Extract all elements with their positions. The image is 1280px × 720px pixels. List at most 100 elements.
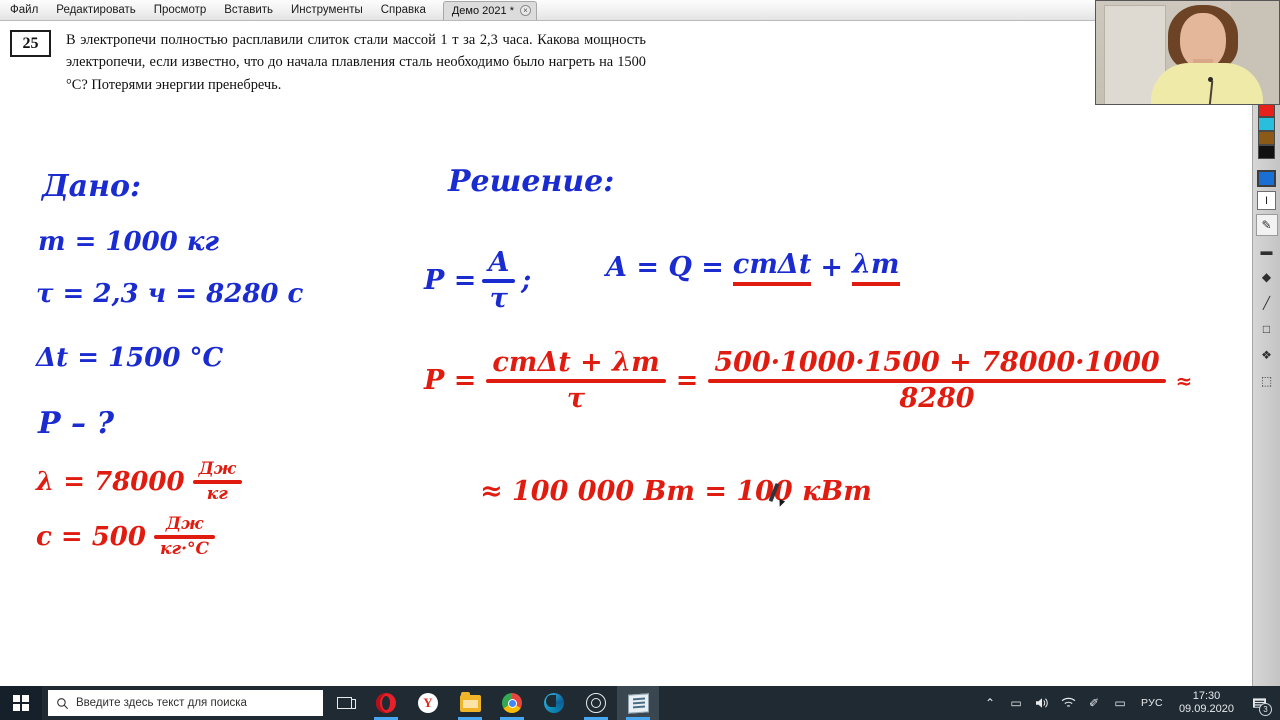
windows-logo-icon bbox=[13, 695, 29, 711]
swatch-brown[interactable] bbox=[1258, 131, 1275, 145]
taskbar-explorer[interactable] bbox=[449, 686, 491, 720]
formula-power-bar bbox=[482, 278, 516, 283]
edge-icon bbox=[544, 693, 564, 713]
c-unit-numerator: Дж bbox=[165, 514, 204, 534]
taskbar-obs[interactable] bbox=[575, 686, 617, 720]
c-unit-denominator: кг·°C bbox=[160, 539, 210, 560]
calculation-numeric-denominator: 8280 bbox=[899, 382, 975, 414]
start-button[interactable] bbox=[0, 686, 42, 720]
task-view-button[interactable] bbox=[323, 686, 365, 720]
calculation-equals: = bbox=[675, 365, 699, 397]
language-indicator[interactable]: РУС bbox=[1133, 697, 1171, 709]
formula-power-semicolon: ; bbox=[521, 265, 532, 297]
formula-work-cmdt: cmΔt bbox=[732, 249, 812, 286]
menu-bar: Файл Редактировать Просмотр Вставить Инс… bbox=[0, 0, 1280, 21]
select-tool[interactable]: ⬚ bbox=[1256, 370, 1278, 392]
calculation-symbolic-denominator: τ bbox=[566, 382, 586, 414]
menu-tools[interactable]: Инструменты bbox=[282, 0, 372, 20]
menu-view[interactable]: Просмотр bbox=[145, 0, 216, 20]
taskbar-whiteboard[interactable] bbox=[617, 686, 659, 720]
taskbar: Введите здесь текст для поиска Y ⌃ ▭ ✐ ▭… bbox=[0, 686, 1280, 720]
calculation-numeric-fraction: 500·1000·1500 + 78000·1000 8280 bbox=[708, 349, 1166, 414]
final-answer: ≈ 100 000 Вт = 100 кВт bbox=[480, 476, 872, 507]
swatch-black[interactable] bbox=[1258, 145, 1275, 159]
volume-icon[interactable] bbox=[1029, 686, 1055, 720]
given-delta-t: Δt = 1500 °C bbox=[36, 343, 224, 373]
pen-icon[interactable]: ✐ bbox=[1081, 686, 1107, 720]
given-heading: Дано: bbox=[42, 169, 142, 204]
menu-file[interactable]: Файл bbox=[0, 0, 47, 20]
formula-work: A = Q = cmΔt + λm bbox=[606, 249, 900, 286]
text-tool[interactable]: I bbox=[1257, 191, 1276, 210]
solution-heading: Решение: bbox=[448, 164, 615, 199]
formula-power: P = A τ ; bbox=[424, 249, 531, 312]
constant-lambda: λ = 78000 Дж кг bbox=[36, 459, 242, 505]
constant-c: c = 500 Дж кг·°C bbox=[36, 514, 216, 560]
yandex-icon: Y bbox=[418, 693, 438, 713]
clock-date: 09.09.2020 bbox=[1178, 703, 1234, 715]
tool-strip: I ✎ ▬ ◆ ╱ □ ❖ ⬚ bbox=[1252, 21, 1280, 686]
taskbar-edge[interactable] bbox=[533, 686, 575, 720]
calculation-approx-sign: ≈ bbox=[1175, 368, 1193, 393]
eraser-tool[interactable]: ▬ bbox=[1256, 240, 1278, 262]
line-tool[interactable]: ╱ bbox=[1256, 292, 1278, 314]
current-color-indicator[interactable] bbox=[1257, 170, 1276, 187]
folder-icon bbox=[459, 691, 481, 712]
calculation-numeric-bar bbox=[708, 378, 1166, 383]
find-power: P – ? bbox=[38, 406, 115, 441]
menu-edit[interactable]: Редактировать bbox=[47, 0, 144, 20]
fill-tool[interactable]: ◆ bbox=[1256, 266, 1278, 288]
chevron-up-icon[interactable]: ⌃ bbox=[977, 686, 1003, 720]
calculation-symbolic-fraction: cmΔt + λm τ bbox=[486, 349, 666, 414]
calculation-symbolic-bar bbox=[486, 378, 666, 383]
microphone-icon bbox=[1208, 77, 1213, 82]
volume-glyph bbox=[1036, 698, 1048, 708]
screen: Файл Редактировать Просмотр Вставить Инс… bbox=[0, 0, 1280, 720]
search-placeholder: Введите здесь текст для поиска bbox=[76, 697, 247, 709]
task-view-icon bbox=[336, 697, 356, 709]
system-tray: ⌃ ▭ ✐ ▭ РУС 17:30 09.09.2020 3 bbox=[977, 686, 1280, 720]
wifi-icon[interactable] bbox=[1055, 686, 1081, 720]
lambda-unit-denominator: кг bbox=[206, 484, 228, 505]
formula-power-fraction: A τ bbox=[482, 247, 516, 314]
constant-lambda-value: λ = 78000 bbox=[36, 467, 185, 498]
swatch-red[interactable] bbox=[1258, 103, 1275, 117]
taskbar-yandex[interactable]: Y bbox=[407, 686, 449, 720]
notification-badge: 3 bbox=[1259, 703, 1272, 716]
menu-help[interactable]: Справка bbox=[372, 0, 435, 20]
stamp-tool[interactable]: ❖ bbox=[1256, 344, 1278, 366]
notifications-button[interactable]: 3 bbox=[1242, 686, 1276, 720]
formula-work-lhs: A = Q = bbox=[606, 252, 724, 283]
clock[interactable]: 17:30 09.09.2020 bbox=[1171, 690, 1242, 716]
menu-insert[interactable]: Вставить bbox=[215, 0, 282, 20]
constant-c-units: Дж кг·°C bbox=[154, 514, 216, 560]
swatch-cyan[interactable] bbox=[1258, 117, 1275, 131]
constant-c-value: c = 500 bbox=[36, 522, 146, 553]
pencil-tool[interactable]: ✎ bbox=[1255, 214, 1278, 236]
lambda-unit-numerator: Дж bbox=[198, 459, 236, 479]
whiteboard-canvas[interactable]: 25 В электропечи полностью расплавили сл… bbox=[0, 21, 1252, 686]
shape-tool[interactable]: □ bbox=[1256, 318, 1278, 340]
taskbar-chrome[interactable] bbox=[491, 686, 533, 720]
paint-icon bbox=[627, 692, 649, 714]
constant-lambda-units: Дж кг bbox=[192, 459, 242, 505]
calculation-row: P = cmΔt + λm τ = 500·1000·1500 + 78000·… bbox=[424, 349, 1192, 412]
chrome-icon bbox=[502, 693, 522, 713]
webcam-overlay[interactable] bbox=[1095, 0, 1280, 105]
formula-power-numerator: A bbox=[488, 247, 510, 278]
taskbar-opera[interactable] bbox=[365, 686, 407, 720]
given-mass: m = 1000 кг bbox=[38, 227, 220, 257]
problem-statement: В электропечи полностью расплавили слито… bbox=[66, 32, 646, 93]
opera-icon bbox=[376, 693, 396, 713]
formula-power-denominator: τ bbox=[489, 282, 508, 314]
search-icon bbox=[57, 697, 69, 709]
obs-icon bbox=[586, 693, 606, 713]
clock-time: 17:30 bbox=[1192, 690, 1221, 702]
search-input[interactable]: Введите здесь текст для поиска bbox=[48, 690, 323, 716]
document-tab[interactable]: Демо 2021 * × bbox=[442, 0, 537, 20]
calculation-lhs: P = bbox=[424, 365, 477, 397]
close-icon[interactable]: × bbox=[519, 5, 531, 16]
battery-icon[interactable]: ▭ bbox=[1003, 686, 1029, 720]
wifi-glyph bbox=[1061, 697, 1075, 707]
touch-keyboard-icon[interactable]: ▭ bbox=[1107, 686, 1133, 720]
